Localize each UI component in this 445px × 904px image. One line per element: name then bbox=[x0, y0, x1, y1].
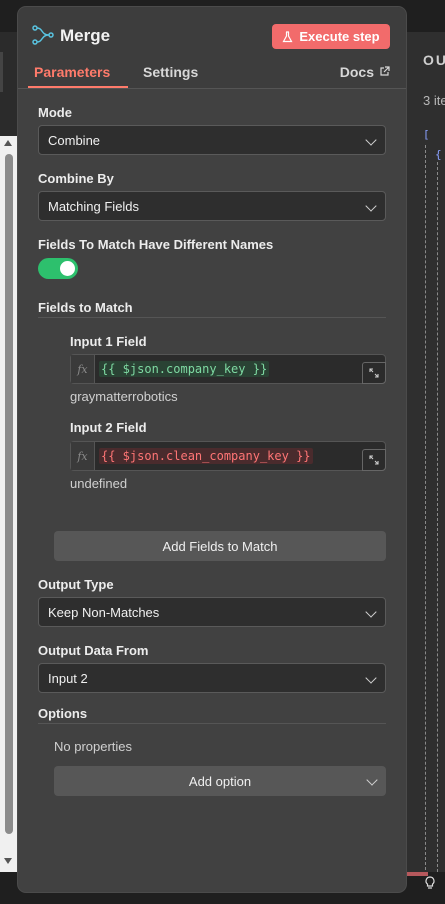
section-divider bbox=[38, 723, 386, 724]
active-tab-indicator bbox=[28, 86, 128, 88]
scrollbar-thumb[interactable] bbox=[5, 154, 13, 834]
scroll-down-arrow-icon[interactable] bbox=[4, 858, 12, 864]
combine-by-label: Combine By bbox=[38, 171, 114, 186]
merge-icon bbox=[32, 24, 54, 46]
fields-to-match-heading: Fields to Match bbox=[38, 300, 133, 315]
json-guide-line bbox=[437, 162, 438, 872]
output-data-from-label: Output Data From bbox=[38, 643, 149, 658]
input2-field-input[interactable]: fx {{ $json.clean_company_key }} bbox=[70, 441, 386, 471]
no-properties-text: No properties bbox=[54, 739, 133, 754]
tab-parameters[interactable]: Parameters bbox=[34, 64, 110, 80]
expression-fx-icon: fx bbox=[71, 355, 95, 383]
input2-expression: {{ $json.clean_company_key }} bbox=[99, 448, 313, 464]
section-divider bbox=[38, 317, 386, 318]
output-type-value: Keep Non-Matches bbox=[48, 604, 160, 620]
add-option-button[interactable]: Add option bbox=[54, 766, 386, 796]
mode-value: Combine bbox=[48, 132, 101, 148]
combine-by-value: Matching Fields bbox=[48, 198, 140, 214]
json-open-bracket: [ bbox=[423, 128, 430, 141]
expression-fx-icon: fx bbox=[71, 442, 95, 470]
chevron-down-icon bbox=[365, 672, 377, 684]
chevron-down-icon bbox=[366, 774, 378, 786]
different-names-toggle[interactable] bbox=[38, 258, 78, 279]
input-scrollbar[interactable] bbox=[0, 136, 18, 872]
input1-resolved-value: graymatterrobotics bbox=[70, 389, 178, 404]
mode-select[interactable]: Combine bbox=[38, 125, 386, 155]
tab-settings[interactable]: Settings bbox=[143, 64, 198, 80]
output-type-select[interactable]: Keep Non-Matches bbox=[38, 597, 386, 627]
execute-step-button[interactable]: Execute step bbox=[272, 24, 390, 49]
input1-field-input[interactable]: fx {{ $json.company_key }} bbox=[70, 354, 386, 384]
input1-field-label: Input 1 Field bbox=[70, 334, 147, 349]
output-data-from-value: Input 2 bbox=[48, 670, 88, 686]
options-heading: Options bbox=[38, 706, 88, 721]
add-option-label: Add option bbox=[188, 773, 252, 789]
json-guide-line bbox=[425, 145, 426, 875]
output-type-label: Output Type bbox=[38, 577, 114, 592]
docs-link[interactable]: Docs bbox=[340, 64, 390, 80]
input2-field-label: Input 2 Field bbox=[70, 420, 147, 435]
input1-expression: {{ $json.company_key }} bbox=[99, 361, 270, 377]
chevron-down-icon bbox=[365, 606, 377, 618]
input2-resolved-value: undefined bbox=[70, 476, 128, 491]
output-item-count: 3 ite bbox=[423, 93, 445, 108]
node-settings-panel: Merge Execute step Parameters Settings D… bbox=[18, 7, 406, 892]
chevron-down-icon bbox=[365, 200, 377, 212]
expand-editor-icon[interactable] bbox=[362, 362, 386, 384]
lightbulb-icon[interactable] bbox=[424, 876, 436, 893]
external-link-icon bbox=[379, 64, 390, 80]
combine-by-select[interactable]: Matching Fields bbox=[38, 191, 386, 221]
output-panel-title: OU bbox=[423, 52, 445, 68]
expand-editor-icon[interactable] bbox=[362, 449, 386, 471]
docs-label: Docs bbox=[339, 64, 374, 80]
chevron-down-icon bbox=[365, 134, 377, 146]
add-fields-to-match-button[interactable]: Add Fields to Match bbox=[54, 531, 386, 561]
different-names-label: Fields To Match Have Different Names bbox=[38, 237, 274, 252]
input-panel-border bbox=[0, 52, 3, 92]
node-title: Merge bbox=[60, 26, 111, 45]
toggle-knob bbox=[60, 261, 75, 276]
panel-header: Merge Execute step Parameters Settings D… bbox=[18, 7, 406, 89]
execute-step-label: Execute step bbox=[299, 29, 380, 44]
mode-label: Mode bbox=[38, 105, 72, 120]
output-data-from-select[interactable]: Input 2 bbox=[38, 663, 386, 693]
json-open-brace: { bbox=[435, 148, 442, 161]
flask-icon bbox=[282, 30, 293, 43]
scroll-up-arrow-icon[interactable] bbox=[4, 140, 12, 146]
